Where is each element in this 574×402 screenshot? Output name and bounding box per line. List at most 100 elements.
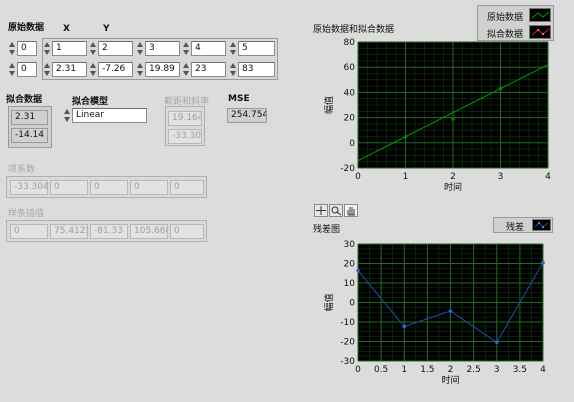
y-axis-label: 幅值 (323, 293, 335, 311)
y-tick-label: 40 (344, 88, 356, 98)
x-tick-label: 3 (494, 365, 500, 375)
x-tick-label: 4 (540, 365, 546, 375)
hand-icon (347, 207, 355, 216)
zoom-button[interactable] (329, 204, 343, 217)
x2-spinner[interactable] (89, 41, 97, 56)
coefficient-cell-4: 0 (130, 180, 168, 195)
data-point-0-3 (494, 340, 499, 345)
y3-spinner[interactable] (136, 62, 144, 77)
slope-cell: -33.304 (168, 129, 202, 144)
crosshair-icon (316, 206, 326, 215)
legend-residual-swatch[interactable] (532, 219, 551, 231)
y-tick-label: 60 (344, 63, 356, 73)
coefficient-cell-3: 0 (90, 180, 128, 195)
y-tick-label: -30 (340, 357, 355, 367)
x-axis-label: 时间 (444, 181, 462, 193)
fit-data-cell-1: 2.31 (11, 110, 48, 125)
y-cell-2[interactable]: -7.26 (98, 62, 133, 77)
y-tick-label: -10 (340, 318, 355, 328)
chart1-title: 原始数据和拟合数据 (313, 25, 395, 35)
x-tick-label: 3 (498, 172, 504, 182)
x-tick-label: 0 (355, 365, 361, 375)
mse-value: 254.754 (227, 108, 267, 123)
fit-model-ring-spinner[interactable] (63, 108, 71, 123)
y-tick-label: 0 (349, 139, 355, 149)
y-tick-label: 0 (349, 299, 355, 309)
x4-spinner[interactable] (182, 41, 190, 56)
spin-up-icon (9, 42, 15, 47)
x-cell-5[interactable]: 5 (238, 41, 275, 56)
mse-label: MSE (228, 94, 250, 104)
x1-spinner[interactable] (43, 41, 51, 56)
x-cell-4[interactable]: 4 (191, 41, 226, 56)
chart2-graph[interactable]: 0 0.5 1 1.5 2 2.5 3 3.5 4 30 20 10 0 -10 -20 -30 时间 幅值 (308, 238, 558, 394)
original-data-label: 原始数据 (8, 23, 45, 33)
x-tick-label: 1 (401, 365, 407, 375)
spline-cell-1: 0 (10, 224, 48, 239)
row2-index-input[interactable]: 0 (17, 62, 37, 77)
row1-index-input[interactable]: 0 (17, 41, 37, 56)
y1-spinner[interactable] (43, 62, 51, 77)
x-tick-label: 2 (448, 365, 454, 375)
x-tick-label: 1.5 (420, 365, 434, 375)
data-point-0-4 (541, 260, 545, 265)
fit-model-label: 拟合模型 (72, 97, 109, 107)
x-header: X (63, 24, 70, 34)
x5-spinner[interactable] (229, 41, 237, 56)
x-tick-label: 2.5 (466, 365, 480, 375)
fit-data-cell-2: -14.14 (11, 128, 48, 143)
y-tick-label: 20 (344, 114, 356, 124)
y4-spinner[interactable] (182, 62, 190, 77)
chart1-graph[interactable]: 0 1 2 3 4806040200-20时间幅值 (308, 36, 558, 200)
fit-data-label: 拟合数据 (6, 95, 43, 105)
spline-cell-2: 75.4125 (50, 224, 88, 239)
y-axis-label: 幅值 (323, 96, 335, 114)
x-tick-label: 0.5 (374, 365, 388, 375)
coefficient-cell-2: 0 (50, 180, 88, 195)
data-point-0-0 (356, 268, 360, 273)
y-tick-label: 80 (344, 38, 356, 48)
legend-original-swatch[interactable] (529, 8, 551, 22)
legend-line-green-icon (531, 11, 550, 19)
coefficients-label: 项系数 (8, 165, 36, 175)
chart2-legend: 残差 (493, 217, 553, 233)
cursor-move-button[interactable] (314, 204, 328, 217)
y5-spinner[interactable] (229, 62, 237, 77)
fit-model-ring[interactable]: Linear (72, 108, 147, 123)
intercept-cell: 19.164 (168, 111, 202, 126)
y-tick-label: -20 (340, 164, 355, 174)
x-tick-label: 0 (355, 172, 361, 182)
x-tick-label: 3.5 (513, 365, 527, 375)
x-cell-3[interactable]: 3 (145, 41, 180, 56)
y-tick-label: 10 (344, 279, 356, 289)
data-point-0-1 (451, 117, 455, 121)
y2-spinner[interactable] (89, 62, 97, 77)
x-tick-label: 1 (403, 172, 409, 182)
pan-button[interactable] (344, 204, 358, 217)
x-cell-2[interactable]: 2 (98, 41, 133, 56)
spline-cell-3: -81.33 (90, 224, 128, 239)
coefficient-cell-1: -33.304 (10, 180, 48, 195)
coefficient-cell-5: 0 (170, 180, 204, 195)
y-cell-1[interactable]: 2.31 (52, 62, 87, 77)
row2-index-spinner[interactable] (8, 62, 16, 77)
x-cell-1[interactable]: 1 (52, 41, 87, 56)
spline-cell-4: 105.668 (130, 224, 168, 239)
x3-spinner[interactable] (136, 41, 144, 56)
row1-index-spinner[interactable] (8, 41, 16, 56)
y-cell-3[interactable]: 19.89 (145, 62, 180, 77)
spin-down-icon (9, 50, 15, 55)
x-axis-label: 时间 (441, 374, 459, 386)
y-cell-5[interactable]: 83 (238, 62, 275, 77)
legend-residual-label: 残差 (506, 223, 525, 233)
spline-cell-5: 0 (170, 224, 204, 239)
y-tick-label: 20 (344, 260, 356, 270)
y-tick-label: 30 (344, 240, 356, 250)
zoom-icon (331, 206, 342, 216)
x-tick-label: 4 (545, 172, 551, 182)
legend-original-label: 原始数据 (487, 13, 524, 23)
legend-line-blue-icon (534, 222, 549, 228)
y-header: Y (103, 24, 110, 34)
y-cell-4[interactable]: 23 (191, 62, 226, 77)
data-point-0-1 (402, 324, 407, 329)
